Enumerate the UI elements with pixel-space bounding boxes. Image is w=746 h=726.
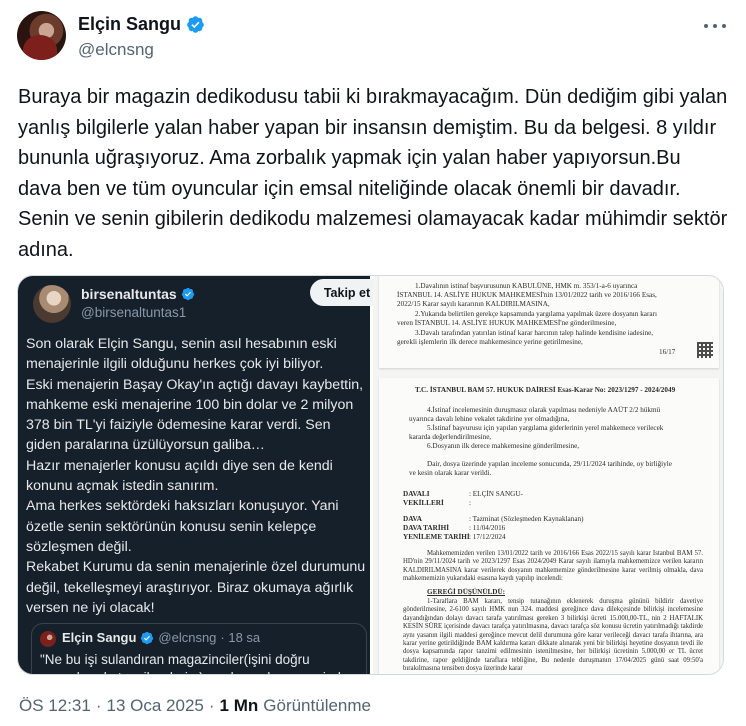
tweet-date[interactable]: 13 Oca 2025 xyxy=(107,696,204,716)
tweet-time[interactable]: ÖS 12:31 xyxy=(19,696,91,716)
tweet-meta: ÖS 12:31 · 13 Oca 2025 · 1 Mn Görüntülen… xyxy=(19,696,371,716)
doc-line: 1.Davalının istinaf başvurusunun KABULÜN… xyxy=(415,282,638,290)
nested-avatar xyxy=(40,631,56,647)
doc-line: ve kesin olarak karar verildi. xyxy=(409,469,492,477)
doc-body: 1-Taraflara BAM kararı, tensip tutanağın… xyxy=(403,598,703,673)
views-label: Görüntülenme xyxy=(263,696,371,715)
doc-field-value: : xyxy=(469,499,471,507)
doc-line: 2.Yukarıda belirtilen gerekçe kapsamında… xyxy=(415,310,657,318)
doc-line: gerekli işlemlerin ilk derece mahkemesin… xyxy=(397,338,583,346)
quoted-text: Son olarak Elçin Sangu, senin asıl hesab… xyxy=(26,336,366,616)
doc-line: 6.Dosyanın ilk derece mahkemesine gönder… xyxy=(427,442,580,450)
author-block: Elçin Sangu @elcnsng xyxy=(78,13,205,61)
qr-code-icon xyxy=(697,342,713,358)
nested-quote: Elçin Sangu @elcnsng · 18 sa "Ne bu işi … xyxy=(31,623,367,674)
doc-field: DAVALI xyxy=(403,490,430,498)
views-count: 1 Mn xyxy=(219,696,259,715)
doc-field-value: : Tazminat (Sözleşmeden Kaynaklanan) xyxy=(469,515,584,523)
doc-field: DAVA xyxy=(403,515,422,523)
verified-badge-icon xyxy=(181,287,194,301)
nested-header: Elçin Sangu @elcnsng · 18 sa xyxy=(62,630,260,645)
meta-separator: · xyxy=(208,696,215,715)
quoted-name: birsenaltuntas xyxy=(81,286,177,302)
author-avatar[interactable] xyxy=(17,11,66,60)
quoted-avatar xyxy=(33,285,71,323)
author-name[interactable]: Elçin Sangu xyxy=(78,13,181,35)
nested-text: "Ne bu işi sulandıran magazinciler(işini… xyxy=(40,652,353,674)
nested-name: Elçin Sangu xyxy=(62,630,137,645)
media-image-quoted-tweet-screenshot[interactable]: birsenaltuntas @birsenaltuntas1 Takip et… xyxy=(18,276,384,674)
quoted-handle: @birsenaltuntas1 xyxy=(81,305,187,320)
doc-line: 5.İstinaf başvurusu için yapılan yargıla… xyxy=(427,424,664,432)
doc-field: VEKİLLERİ xyxy=(403,499,444,507)
doc-field-value: : 17/12/2024 xyxy=(469,533,506,541)
doc-line: 3.Davalı tarafından yatırılan istinaf ka… xyxy=(415,329,654,337)
doc-heading: GEREĞİ DÜŞÜNÜLDÜ: xyxy=(427,588,506,596)
verified-badge-icon xyxy=(187,15,204,33)
document-page-1: 1.Davalının istinaf başvurusunun KABULÜN… xyxy=(379,276,719,368)
author-name-row: Elçin Sangu xyxy=(78,13,205,35)
media-image-court-document[interactable]: 1.Davalının istinaf başvurusunun KABULÜN… xyxy=(373,276,723,674)
dot xyxy=(704,24,708,28)
doc-line: veren İSTANBUL 14. ASLİYE HUKUK MAHKEMES… xyxy=(397,319,617,327)
doc-field: DAVA TARİHİ xyxy=(403,524,450,532)
nested-time: · 18 sa xyxy=(220,630,261,645)
more-options-icon[interactable] xyxy=(704,16,726,36)
doc-page-number: 16/17 xyxy=(659,348,676,356)
tweet-text: Buraya bir magazin dedikodusu tabii ki b… xyxy=(18,86,728,261)
document-page-2: T.C. İSTANBUL BAM 57. HUKUK DAİRESİ Esas… xyxy=(379,378,719,674)
doc-line: 4.İstinaf incelemesinin duruşmasız olara… xyxy=(427,406,661,414)
quoted-name-row: birsenaltuntas xyxy=(81,286,195,302)
doc-line: Dair, dosya üzerinde yapılan inceleme so… xyxy=(427,460,672,468)
doc-field-value: : 11/04/2016 xyxy=(469,524,506,532)
tweet: Elçin Sangu @elcnsng Buraya bir magazin … xyxy=(0,0,746,726)
meta-separator: · xyxy=(95,696,102,715)
media-grid: birsenaltuntas @birsenaltuntas1 Takip et… xyxy=(17,275,724,675)
author-handle[interactable]: @elcnsng xyxy=(78,39,205,61)
doc-line: kararda değerlendirilmesine, xyxy=(409,433,492,441)
nested-handle: @elcnsng xyxy=(158,630,217,645)
doc-header: T.C. İSTANBUL BAM 57. HUKUK DAİRESİ Esas… xyxy=(415,386,676,394)
doc-line: 2022/15 Karar sayılı kararının KALDIRILM… xyxy=(397,300,550,308)
doc-body: Mahkememizden verilen 13/01/2022 tarih v… xyxy=(403,550,703,583)
dot xyxy=(713,24,717,28)
verified-badge-icon xyxy=(141,631,154,644)
doc-line: uyarınca davalı lehine vekalet takdirine… xyxy=(409,415,570,423)
doc-field: YENİLEME TARİHİ xyxy=(403,533,470,541)
doc-line: İSTANBUL 14. ASLİYE HUKUK MAHKEMESİ'nin … xyxy=(397,291,657,299)
dot xyxy=(722,24,726,28)
doc-field-value: : ELÇİN SANGU- xyxy=(469,490,523,498)
